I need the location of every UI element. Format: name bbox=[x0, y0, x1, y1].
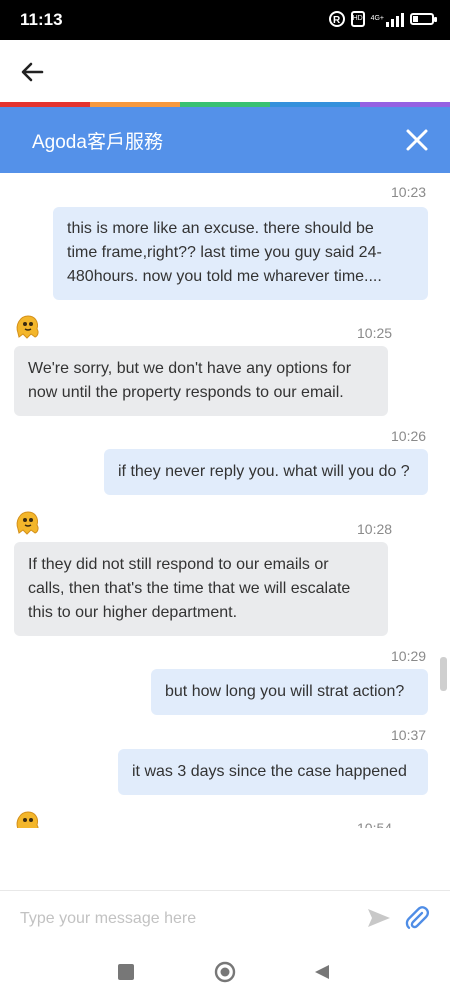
system-nav-bar bbox=[0, 946, 450, 1000]
chat-header: Agoda客戶服務 bbox=[0, 107, 450, 173]
incoming-message: We're sorry, but we don't have any optio… bbox=[14, 346, 388, 416]
incoming-message: If they did not still respond to our ema… bbox=[14, 542, 388, 636]
agent-avatar-icon bbox=[13, 313, 41, 341]
message-line: 480hours. now you told me wharever time.… bbox=[67, 268, 382, 285]
message-time: 10:29 bbox=[391, 648, 427, 664]
message-line: but how long you will strat action? bbox=[165, 683, 405, 700]
recent-apps-icon[interactable] bbox=[118, 964, 134, 980]
chat-title: Agoda客戶服務 bbox=[32, 132, 163, 153]
app-bar bbox=[0, 40, 450, 102]
r-icon: R bbox=[328, 11, 345, 27]
message-input[interactable] bbox=[18, 903, 342, 935]
message-line: We're sorry, but we don't have any optio… bbox=[28, 360, 352, 377]
message-time: 10:28 bbox=[357, 521, 393, 537]
message-line: this is more like an excuse. there shoul… bbox=[67, 220, 374, 237]
paperclip-icon[interactable] bbox=[404, 905, 430, 931]
network-type: 4G+ bbox=[370, 15, 384, 22]
close-icon[interactable] bbox=[402, 125, 432, 155]
message-time: 10:23 bbox=[391, 184, 427, 200]
signal-icon bbox=[386, 11, 404, 27]
home-icon[interactable] bbox=[214, 961, 236, 983]
sim-icon: HD bbox=[350, 11, 365, 27]
message-composer bbox=[0, 890, 450, 947]
message-time: 10:26 bbox=[391, 428, 427, 444]
outgoing-message: this is more like an excuse. there shoul… bbox=[53, 207, 428, 300]
message-line: this to our higher department. bbox=[28, 604, 238, 621]
message-line: calls, then that's the time that we will… bbox=[28, 580, 351, 597]
status-time: 11:13 bbox=[20, 10, 63, 29]
message-line: now until the property responds to our e… bbox=[28, 384, 344, 401]
message-time: 10:37 bbox=[391, 727, 427, 743]
outgoing-message: but how long you will strat action? bbox=[151, 669, 428, 715]
message-line: it was 3 days since the case happened bbox=[132, 763, 407, 780]
message-line: If they did not still respond to our ema… bbox=[28, 556, 329, 573]
message-time: 10:54 bbox=[357, 820, 393, 828]
scrollbar-thumb[interactable] bbox=[440, 657, 447, 691]
outgoing-message: it was 3 days since the case happened bbox=[118, 749, 428, 795]
back-arrow-icon[interactable] bbox=[18, 58, 46, 86]
status-icons: R HD 4G+ bbox=[328, 11, 437, 27]
message-line: if they never reply you. what will you d… bbox=[118, 463, 410, 480]
agent-avatar-icon bbox=[13, 509, 41, 537]
battery-icon bbox=[410, 13, 437, 25]
send-icon[interactable] bbox=[366, 907, 392, 929]
message-list[interactable]: 10:23 this is more like an excuse. there… bbox=[0, 173, 450, 828]
status-bar: 11:13 R HD 4G+ bbox=[0, 0, 450, 40]
message-line: time frame,right?? last time you guy sai… bbox=[67, 244, 382, 261]
back-triangle-icon[interactable] bbox=[312, 962, 332, 982]
agent-avatar-icon bbox=[13, 809, 41, 828]
outgoing-message: if they never reply you. what will you d… bbox=[104, 449, 428, 495]
message-time: 10:25 bbox=[357, 325, 393, 341]
